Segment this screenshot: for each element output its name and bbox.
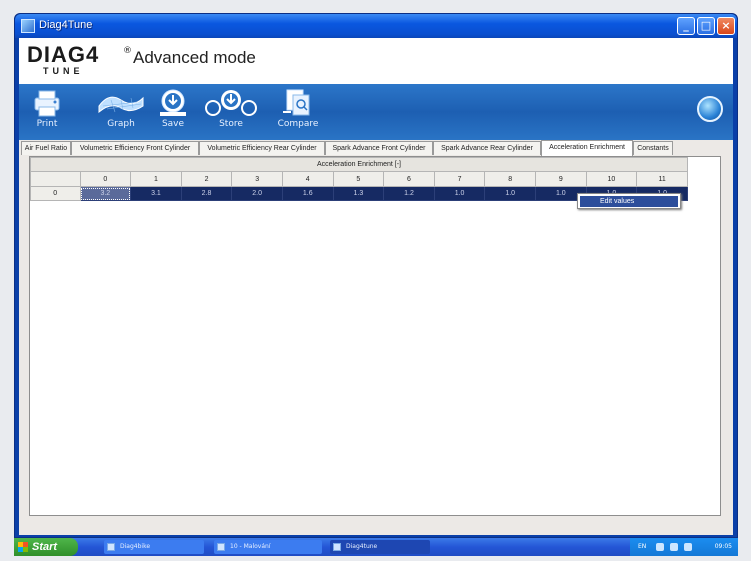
compare-label: Compare [277, 119, 319, 129]
column-header[interactable]: 6 [383, 171, 435, 187]
column-header[interactable]: 3 [231, 171, 283, 187]
toolbar: Print Graph Save Store Compare [19, 84, 733, 140]
column-header[interactable]: 2 [180, 171, 233, 187]
store-label: Store [219, 119, 243, 129]
network-tray-icon[interactable] [670, 543, 678, 551]
table-panel: Acceleration Enrichment [-] 0 1 2 3 4 5 … [29, 156, 721, 516]
taskbar-item-diag4tune[interactable]: Diag4tune [330, 540, 430, 554]
table-cell[interactable]: 2.8 [180, 186, 233, 201]
close-button[interactable]: × [717, 17, 735, 35]
surface-graph-icon [98, 96, 144, 114]
table-cell[interactable]: 1.2 [383, 186, 435, 201]
volume-tray-icon[interactable] [684, 543, 692, 551]
column-header[interactable]: 10 [585, 171, 638, 187]
table-cell[interactable]: 3.2 [79, 186, 132, 201]
tab-constants[interactable]: Constants [633, 141, 673, 155]
table-cell[interactable]: 1.0 [484, 186, 536, 201]
graph-label: Graph [107, 119, 135, 129]
windows-logo-icon [18, 542, 28, 552]
start-label: Start [32, 541, 58, 553]
maximize-button[interactable]: □ [697, 17, 715, 35]
status-bar [19, 520, 733, 534]
title-bar[interactable]: Diag4Tune _ □ × [15, 14, 737, 38]
start-button[interactable]: Start [14, 538, 78, 556]
app-icon [107, 543, 115, 551]
help-tray-icon[interactable] [656, 543, 664, 551]
compare-documents-icon [283, 89, 310, 116]
column-header[interactable]: 8 [484, 171, 536, 187]
clock: 09:05 [714, 543, 732, 550]
save-download-icon [160, 89, 186, 116]
language-indicator[interactable]: EN [638, 538, 646, 556]
table-cell[interactable]: 2.0 [231, 186, 283, 201]
brand-header: DIAG4 TUNE ® Advanced mode [19, 38, 733, 84]
tab-spark-advance-rear[interactable]: Spark Advance Rear Cylinder [433, 141, 541, 155]
client-area: DIAG4 TUNE ® Advanced mode Print Graph S… [19, 38, 733, 535]
taskbar: Start Diag4bike 10 - Malování Diag4tune … [14, 538, 738, 556]
table-caption: Acceleration Enrichment [-] [30, 157, 688, 172]
taskbar-item-paint[interactable]: 10 - Malování [214, 540, 322, 554]
window-title: Diag4Tune [39, 19, 93, 31]
table-cell[interactable]: 1.0 [433, 186, 486, 201]
column-header[interactable]: 4 [281, 171, 334, 187]
table-cell[interactable]: 3.1 [130, 186, 182, 201]
task-label: Diag4tune [346, 543, 378, 550]
column-header[interactable]: 9 [535, 171, 587, 187]
task-label: 10 - Malování [230, 543, 271, 550]
task-label: Diag4bike [120, 543, 151, 550]
logo-sub-text: TUNE [43, 66, 84, 76]
column-header[interactable]: 5 [332, 171, 385, 187]
table-cell[interactable]: 1.6 [281, 186, 334, 201]
diag4tune-logo: DIAG4 TUNE ® [27, 42, 132, 77]
logo-main-text: DIAG [27, 42, 86, 67]
print-label: Print [36, 119, 58, 129]
row-header[interactable]: 0 [30, 186, 81, 201]
help-globe-button[interactable] [697, 96, 723, 122]
save-label: Save [161, 119, 185, 129]
graph-button[interactable]: Graph [95, 88, 147, 129]
app-window: Diag4Tune _ □ × DIAG4 TUNE ® Advanced mo… [14, 13, 738, 538]
tab-air-fuel-ratio[interactable]: Air Fuel Ratio [21, 141, 71, 155]
taskbar-item-diag4bike[interactable]: Diag4bike [104, 540, 204, 554]
minimize-button[interactable]: _ [677, 17, 695, 35]
tab-spark-advance-front[interactable]: Spark Advance Front Cylinder [325, 141, 433, 155]
app-icon [21, 19, 35, 33]
tab-ve-front-cylinder[interactable]: Volumetric Efficiency Front Cylinder [71, 141, 199, 155]
logo-registered-mark: ® [123, 46, 132, 56]
printer-icon [34, 90, 60, 117]
column-header[interactable]: 11 [636, 171, 688, 187]
corner-cell [30, 171, 81, 187]
context-menu: Edit values [577, 193, 681, 209]
store-motorbike-icon [205, 90, 257, 116]
logo-digit: 4 [86, 42, 100, 67]
app-icon [333, 543, 341, 551]
edit-values-menu-item[interactable]: Edit values [580, 196, 678, 207]
tab-acceleration-enrichment[interactable]: Acceleration Enrichment [541, 140, 633, 156]
mode-title: Advanced mode [133, 48, 256, 67]
column-header[interactable]: 7 [433, 171, 486, 187]
print-button[interactable]: Print [27, 88, 67, 129]
compare-button[interactable]: Compare [273, 88, 323, 129]
paint-icon [217, 543, 225, 551]
tab-ve-rear-cylinder[interactable]: Volumetric Efficiency Rear Cylinder [199, 141, 325, 155]
save-button[interactable]: Save [153, 88, 193, 129]
store-button[interactable]: Store [199, 88, 263, 129]
system-tray: EN 09:05 [630, 538, 738, 556]
column-header[interactable]: 0 [79, 171, 132, 187]
table-cell[interactable]: 1.3 [332, 186, 385, 201]
column-header[interactable]: 1 [130, 171, 182, 187]
tab-bar: Air Fuel Ratio Volumetric Efficiency Fro… [19, 140, 733, 156]
